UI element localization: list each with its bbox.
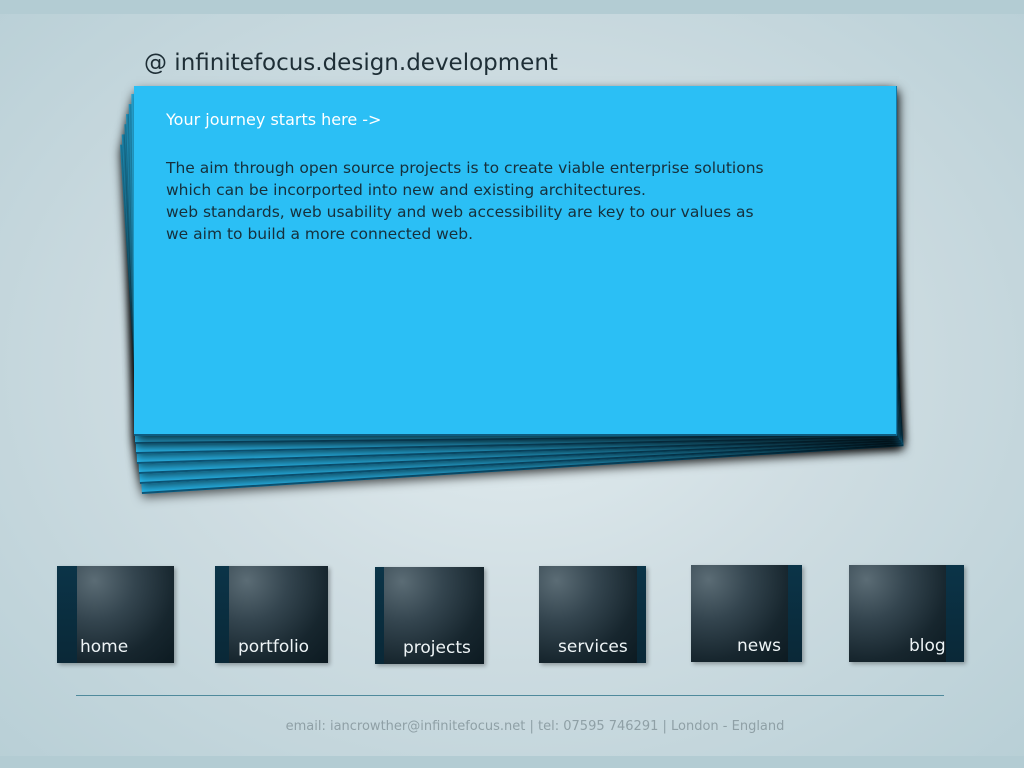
nav-box-side xyxy=(375,567,384,664)
nav-box-side xyxy=(637,566,646,663)
site-title: @ infinitefocus.design.development xyxy=(144,50,558,76)
bottom-band xyxy=(0,756,1024,768)
nav-box-side xyxy=(57,566,77,663)
nav-label-projects: projects xyxy=(403,638,471,658)
nav-portfolio[interactable]: portfolio xyxy=(215,566,328,663)
footer-divider xyxy=(76,695,944,696)
nav-box-side xyxy=(788,565,802,662)
nav-label-services: services xyxy=(558,637,628,657)
nav-label-blog: blog xyxy=(909,636,946,656)
footer-contact: email: iancrowther@infinitefocus.net | t… xyxy=(285,719,785,734)
nav-projects[interactable]: projects xyxy=(375,567,484,664)
nav-services[interactable]: services xyxy=(539,566,646,663)
nav-label-home: home xyxy=(80,637,129,657)
nav-label-portfolio: portfolio xyxy=(238,637,310,657)
nav-blog[interactable]: blog xyxy=(849,565,964,662)
nav-box-side xyxy=(946,565,964,662)
nav-news[interactable]: news xyxy=(691,565,802,662)
main-nav: home portfolio projects services news bl… xyxy=(0,0,1024,768)
nav-label-news: news xyxy=(737,636,781,656)
nav-home[interactable]: home xyxy=(57,566,174,663)
nav-box-side xyxy=(215,566,229,663)
